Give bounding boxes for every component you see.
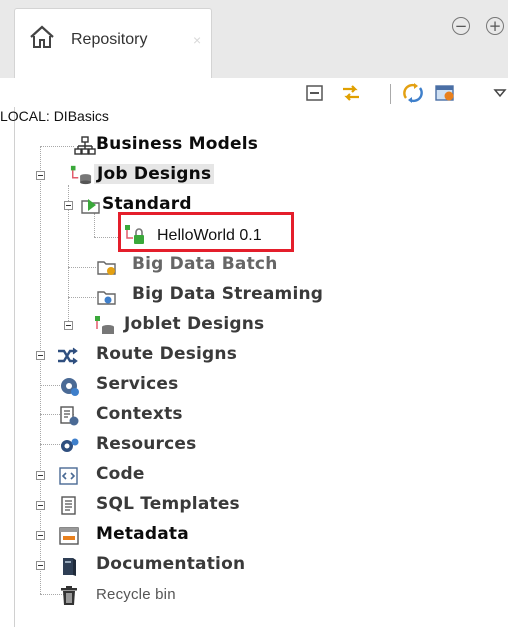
expand-documentation-toggle[interactable] bbox=[36, 561, 45, 570]
expand-route-designs-toggle[interactable] bbox=[36, 351, 45, 360]
tree-item-label: Business Models bbox=[96, 134, 259, 154]
tree-item-label: Services bbox=[96, 374, 179, 394]
expand-joblet-designs-toggle[interactable] bbox=[64, 321, 73, 330]
tree-item-job-designs[interactable]: Job Designs bbox=[70, 164, 274, 190]
tree-item-resources[interactable]: Resources bbox=[56, 434, 256, 460]
tree-item-documentation[interactable]: Documentation bbox=[56, 554, 276, 580]
expand-code-toggle[interactable] bbox=[36, 471, 45, 480]
standard-folder-icon bbox=[81, 199, 100, 214]
route-designs-icon bbox=[58, 347, 78, 365]
tree-item-label: Recycle bin bbox=[96, 586, 176, 603]
business-models-icon bbox=[74, 136, 96, 155]
tree-item-big-data-batch[interactable]: Big Data Batch bbox=[96, 254, 296, 280]
tree-line bbox=[40, 146, 41, 594]
tree-item-label: Joblet Designs bbox=[124, 314, 265, 334]
tree-item-sql-templates[interactable]: SQL Templates bbox=[56, 494, 276, 520]
tree-line bbox=[68, 267, 96, 268]
tree-item-label: Job Designs bbox=[94, 164, 215, 184]
tree-item-label: Metadata bbox=[96, 524, 189, 544]
tree-line bbox=[94, 237, 120, 238]
tree-line bbox=[40, 146, 74, 147]
tree-item-recycle-bin[interactable]: Recycle bin bbox=[56, 584, 256, 610]
big-data-batch-icon bbox=[97, 261, 116, 275]
tree-item-label: Resources bbox=[96, 434, 197, 454]
big-data-streaming-icon bbox=[97, 291, 116, 305]
sql-templates-icon bbox=[61, 496, 76, 515]
tree-item-label: Big Data Streaming bbox=[132, 284, 324, 304]
documentation-icon bbox=[63, 558, 76, 576]
tree-item-business-models[interactable]: Business Models bbox=[74, 134, 274, 160]
tree-item-label: Big Data Batch bbox=[132, 254, 278, 274]
resources-icon bbox=[61, 438, 79, 452]
selection-highlight-box bbox=[118, 212, 294, 252]
job-designs-icon bbox=[70, 165, 92, 185]
contexts-icon bbox=[60, 406, 79, 426]
tree-item-label: Route Designs bbox=[96, 344, 238, 364]
code-icon bbox=[59, 467, 78, 485]
tree-item-big-data-streaming[interactable]: Big Data Streaming bbox=[96, 284, 323, 310]
tree-item-route-designs[interactable]: Route Designs bbox=[56, 344, 276, 370]
tree-item-label: Code bbox=[96, 464, 145, 484]
expand-metadata-toggle[interactable] bbox=[36, 531, 45, 540]
services-icon bbox=[61, 378, 79, 396]
tree-item-code[interactable]: Code bbox=[56, 464, 256, 490]
expand-sql-templates-toggle[interactable] bbox=[36, 501, 45, 510]
tree-item-label: Contexts bbox=[96, 404, 183, 424]
tree-item-services[interactable]: Services bbox=[56, 374, 256, 400]
joblet-designs-icon bbox=[95, 316, 114, 334]
tree-item-metadata[interactable]: Metadata bbox=[56, 524, 256, 550]
tree-item-label: Standard bbox=[102, 194, 192, 214]
collapse-job-designs-toggle[interactable] bbox=[36, 171, 45, 180]
tree-item-label: SQL Templates bbox=[96, 494, 240, 514]
tree-item-label: Documentation bbox=[96, 554, 246, 574]
tree-line bbox=[68, 297, 96, 298]
metadata-icon bbox=[59, 527, 79, 545]
tree-item-contexts[interactable]: Contexts bbox=[56, 404, 256, 430]
trash-icon bbox=[61, 586, 77, 605]
collapse-standard-toggle[interactable] bbox=[64, 201, 73, 210]
tree-item-joblet-designs[interactable]: Joblet Designs bbox=[94, 314, 294, 340]
